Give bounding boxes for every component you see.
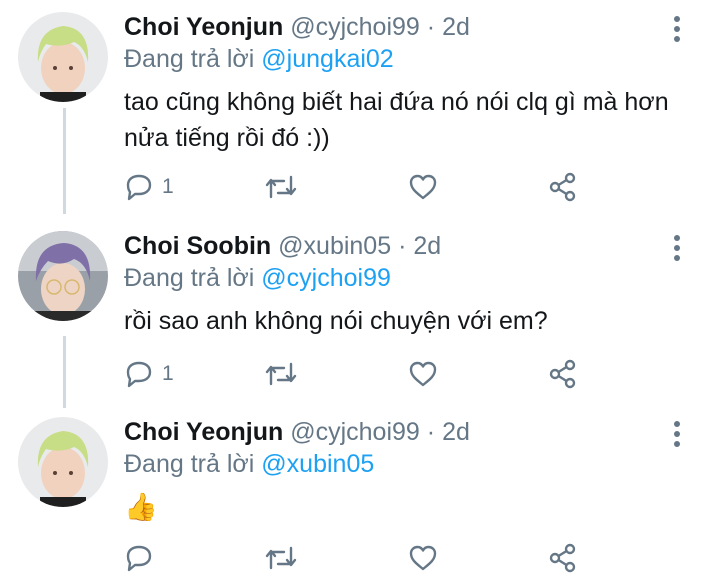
user-handle[interactable]: @cyjchoi99 bbox=[290, 13, 420, 41]
reply-mention-link[interactable]: @jungkai02 bbox=[261, 45, 393, 73]
separator-dot: · bbox=[426, 418, 436, 446]
share-button[interactable] bbox=[548, 541, 578, 575]
separator-dot: · bbox=[426, 13, 436, 41]
more-options-icon[interactable] bbox=[670, 421, 684, 449]
reply-icon bbox=[126, 361, 152, 388]
tweet[interactable]: Choi Yeonjun @cyjchoi99 · 2d Đang trả lờ… bbox=[0, 417, 720, 581]
reply-icon bbox=[126, 174, 152, 201]
reply-count: 1 bbox=[162, 175, 174, 198]
reply-button[interactable]: 1 bbox=[124, 357, 174, 391]
avatar[interactable] bbox=[18, 417, 108, 507]
reply-prefix: Đang trả lời bbox=[124, 45, 255, 73]
user-handle[interactable]: @xubin05 bbox=[278, 232, 391, 260]
more-options-icon[interactable] bbox=[670, 16, 684, 44]
tweet-header: Choi Yeonjun @cyjchoi99 · 2d bbox=[124, 417, 680, 447]
retweet-icon bbox=[265, 362, 297, 386]
reply-context: Đang trả lời @xubin05 bbox=[124, 447, 680, 481]
heart-icon bbox=[409, 545, 437, 571]
tweet-header: Choi Yeonjun @cyjchoi99 · 2d bbox=[124, 12, 680, 42]
reply-count: 1 bbox=[162, 362, 174, 385]
separator-dot: · bbox=[398, 232, 407, 260]
more-options-icon[interactable] bbox=[670, 235, 684, 263]
reply-icon bbox=[126, 545, 152, 572]
tweet-content: Choi Yeonjun @cyjchoi99 · 2d Đang trả lờ… bbox=[124, 12, 680, 156]
tweet-actions: 1 bbox=[124, 170, 680, 204]
share-button[interactable] bbox=[548, 357, 578, 391]
reply-prefix: Đang trả lời bbox=[124, 450, 255, 478]
retweet-button[interactable] bbox=[264, 170, 298, 204]
share-icon bbox=[549, 172, 576, 202]
tweet[interactable]: Choi Soobin @xubin05 · 2d Đang trả lời @… bbox=[0, 231, 720, 401]
tweet-text: rồi sao anh không nói chuyện với em? bbox=[124, 307, 548, 335]
heart-icon bbox=[409, 361, 437, 387]
like-button[interactable] bbox=[408, 357, 438, 391]
timestamp[interactable]: 2d bbox=[413, 232, 441, 260]
share-icon bbox=[549, 359, 576, 389]
retweet-button[interactable] bbox=[264, 357, 298, 391]
timestamp[interactable]: 2d bbox=[442, 418, 470, 446]
tweet-actions bbox=[124, 541, 680, 575]
tweet-header: Choi Soobin @xubin05 · 2d bbox=[124, 231, 680, 261]
timestamp[interactable]: 2d bbox=[442, 13, 470, 41]
display-name[interactable]: Choi Yeonjun bbox=[124, 13, 283, 41]
avatar[interactable] bbox=[18, 231, 108, 321]
reply-button[interactable] bbox=[124, 541, 162, 575]
share-icon bbox=[549, 543, 576, 573]
heart-icon bbox=[409, 174, 437, 200]
thumbs-up-emoji: 👍 bbox=[124, 492, 158, 522]
reply-context: Đang trả lời @cyjchoi99 bbox=[124, 261, 680, 295]
retweet-button[interactable] bbox=[264, 541, 298, 575]
user-handle[interactable]: @cyjchoi99 bbox=[290, 418, 420, 446]
tweet[interactable]: Choi Yeonjun @cyjchoi99 · 2d Đang trả lờ… bbox=[0, 12, 720, 212]
tweet-content: Choi Soobin @xubin05 · 2d Đang trả lời @… bbox=[124, 231, 680, 339]
display-name[interactable]: Choi Soobin bbox=[124, 232, 271, 260]
avatar[interactable] bbox=[18, 12, 108, 102]
reply-context: Đang trả lời @jungkai02 bbox=[124, 42, 680, 76]
retweet-icon bbox=[265, 175, 297, 199]
reply-mention-link[interactable]: @xubin05 bbox=[261, 450, 374, 478]
like-button[interactable] bbox=[408, 541, 438, 575]
reply-button[interactable]: 1 bbox=[124, 170, 174, 204]
share-button[interactable] bbox=[548, 170, 578, 204]
retweet-icon bbox=[265, 546, 297, 570]
like-button[interactable] bbox=[408, 170, 438, 204]
tweet-content: Choi Yeonjun @cyjchoi99 · 2d Đang trả lờ… bbox=[124, 417, 680, 525]
tweet-actions: 1 bbox=[124, 357, 680, 391]
reply-mention-link[interactable]: @cyjchoi99 bbox=[261, 264, 391, 292]
display-name[interactable]: Choi Yeonjun bbox=[124, 418, 283, 446]
tweet-text: tao cũng không biết hai đứa nó nói clq g… bbox=[124, 88, 669, 152]
reply-prefix: Đang trả lời bbox=[124, 264, 255, 292]
